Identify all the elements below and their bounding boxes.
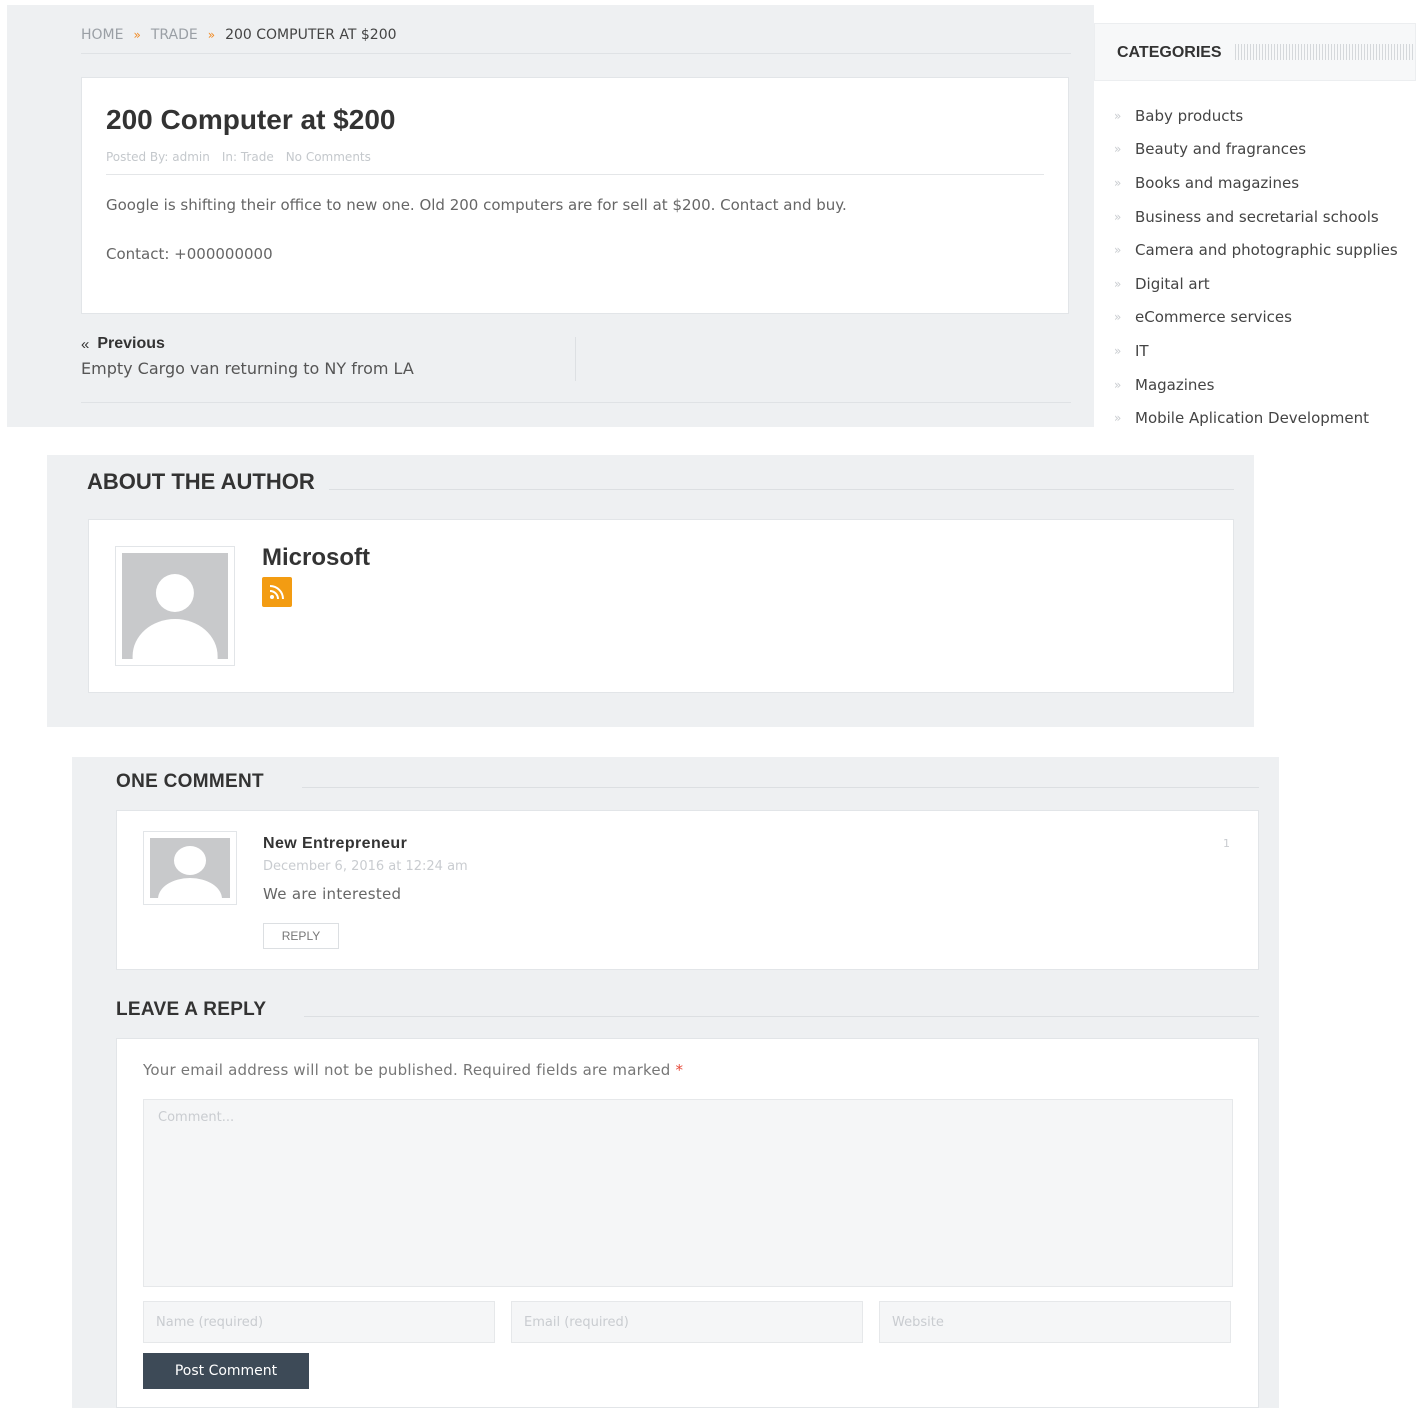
chevron-right-icon: » [1114, 276, 1122, 291]
category-item[interactable]: » Business and secretarial schools [1114, 200, 1398, 234]
author-avatar [115, 546, 235, 666]
category-label[interactable]: Beauty and fragrances [1135, 140, 1306, 158]
chevron-right-icon: » [1114, 142, 1122, 157]
chevron-right-icon: » [1114, 209, 1122, 224]
categories-list: » Baby products » Beauty and fragrances » B… [1114, 99, 1398, 435]
required-mark: * [675, 1061, 684, 1079]
chevron-right-icon: » [1114, 411, 1122, 426]
post-category-link[interactable]: In: Trade [222, 150, 274, 164]
category-item[interactable]: » Books and magazines [1114, 166, 1398, 200]
chevron-right-icon: » [1114, 243, 1122, 258]
category-item[interactable]: » Mobile Aplication Development [1114, 401, 1398, 435]
category-item[interactable]: » Digital art [1114, 267, 1398, 301]
post-divider [106, 174, 1044, 175]
breadcrumb-current: 200 COMPUTER AT $200 [225, 27, 397, 43]
category-label[interactable]: IT [1135, 342, 1149, 360]
post-title: 200 Computer at $200 [106, 104, 396, 135]
comment-item: New Entrepreneur December 6, 2016 at 12:… [116, 810, 1259, 970]
breadcrumb-trade[interactable]: TRADE [151, 27, 198, 43]
breadcrumb-separator-icon: » [207, 28, 216, 42]
category-label[interactable]: Digital art [1135, 275, 1210, 293]
about-author-title: ABOUT THE AUTHOR [87, 469, 315, 494]
breadcrumb-divider [81, 53, 1071, 54]
comment-text: We are interested [263, 885, 402, 903]
about-author-panel: ABOUT THE AUTHOR Microsoft [47, 455, 1254, 727]
post-meta: Posted By: admin In: Trade No Comments [106, 150, 371, 164]
category-label[interactable]: Business and secretarial schools [1135, 208, 1379, 226]
nav-bottom-divider [81, 402, 1071, 403]
post-contact: Contact: +000000000 [106, 245, 273, 263]
post-comments-link[interactable]: No Comments [286, 150, 371, 164]
category-item[interactable]: » Magazines [1114, 368, 1398, 402]
breadcrumb: HOME » TRADE » 200 COMPUTER AT $200 [81, 27, 397, 43]
category-item[interactable]: » eCommerce services [1114, 301, 1398, 335]
section-title-divider [302, 787, 1259, 788]
post-author-link[interactable]: Posted By: admin [106, 150, 210, 164]
post-body: Google is shifting their office to new o… [106, 196, 847, 214]
breadcrumb-separator-icon: » [133, 28, 141, 42]
previous-label: « Previous [81, 335, 575, 353]
section-title-divider [329, 489, 1234, 490]
sidebar: CATEGORIES » Baby products » Beauty and fr… [1094, 23, 1416, 427]
chevron-right-icon: » [1114, 310, 1122, 325]
category-item[interactable]: » IT [1114, 334, 1398, 368]
user-placeholder-icon [150, 838, 230, 898]
category-label[interactable]: Baby products [1135, 107, 1243, 125]
post-comment-button[interactable]: Post Comment [143, 1353, 309, 1389]
leave-reply-title: LEAVE A REPLY [116, 999, 267, 1020]
form-notice-text: Your email address will not be published… [143, 1061, 671, 1079]
header-stripe-decoration [1235, 44, 1413, 60]
category-item[interactable]: » Baby products [1114, 99, 1398, 133]
rss-icon [269, 585, 284, 600]
category-label[interactable]: Magazines [1135, 376, 1214, 394]
previous-label-text: Previous [97, 335, 165, 352]
section-title-divider [304, 1016, 1259, 1017]
nav-divider [575, 337, 576, 381]
category-item[interactable]: » Camera and photographic supplies [1114, 233, 1398, 267]
double-chevron-left-icon: « [81, 335, 90, 353]
categories-header: CATEGORIES [1094, 23, 1416, 81]
category-label[interactable]: Mobile Aplication Development [1135, 409, 1369, 427]
category-item[interactable]: » Beauty and fragrances [1114, 133, 1398, 167]
chevron-right-icon: » [1114, 377, 1122, 392]
chevron-right-icon: » [1114, 108, 1122, 123]
previous-post-title[interactable]: Empty Cargo van returning to NY from LA [81, 359, 575, 378]
email-input[interactable] [511, 1301, 863, 1343]
comment-textarea[interactable] [143, 1099, 1233, 1287]
reply-button[interactable]: REPLY [263, 923, 339, 949]
reply-form: Your email address will not be published… [116, 1038, 1259, 1408]
comment-date[interactable]: December 6, 2016 at 12:24 am [263, 859, 468, 874]
category-label[interactable]: eCommerce services [1135, 308, 1292, 326]
commenter-avatar [143, 831, 237, 905]
comment-number: 1 [1223, 837, 1230, 850]
category-label[interactable]: Camera and photographic supplies [1135, 241, 1398, 259]
name-input[interactable] [143, 1301, 495, 1343]
comment-author[interactable]: New Entrepreneur [263, 835, 407, 853]
user-placeholder-icon [122, 553, 228, 659]
category-label[interactable]: Books and magazines [1135, 174, 1299, 192]
post-panel: HOME » TRADE » 200 COMPUTER AT $200 200 … [7, 5, 1094, 427]
breadcrumb-home[interactable]: HOME [81, 27, 123, 43]
author-card: Microsoft [88, 519, 1234, 693]
rss-button[interactable] [262, 577, 292, 607]
chevron-right-icon: » [1114, 343, 1122, 358]
author-name[interactable]: Microsoft [262, 544, 370, 572]
website-input[interactable] [879, 1301, 1231, 1343]
post-card: 200 Computer at $200 Posted By: admin In… [81, 77, 1069, 314]
categories-title: CATEGORIES [1117, 44, 1222, 61]
previous-post-link[interactable]: « Previous Empty Cargo van returning to … [81, 335, 575, 378]
comments-panel: ONE COMMENT New Entrepreneur December 6,… [72, 757, 1279, 1408]
comments-title: ONE COMMENT [116, 771, 264, 792]
form-notice: Your email address will not be published… [143, 1061, 683, 1079]
chevron-right-icon: » [1114, 175, 1122, 190]
